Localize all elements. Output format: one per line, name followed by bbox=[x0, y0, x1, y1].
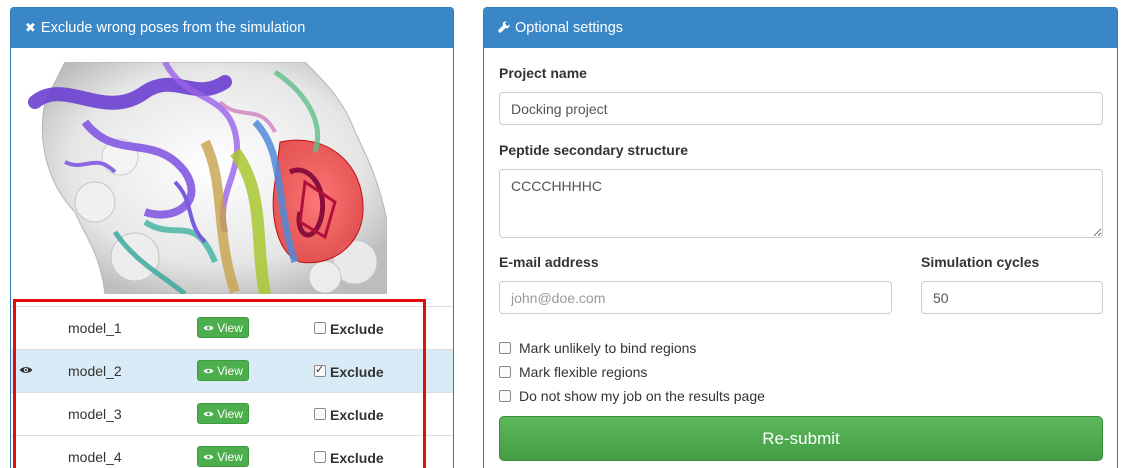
mark-unlikely-regions-option[interactable]: Mark unlikely to bind regions bbox=[499, 340, 696, 356]
view-button-label: View bbox=[217, 449, 243, 464]
peptide-structure-label: Peptide secondary structure bbox=[499, 142, 689, 158]
optional-settings-panel-title: Optional settings bbox=[515, 20, 624, 36]
exclude-label: Exclude bbox=[330, 450, 384, 466]
model-table: model_1 View Exclude model_2 View Exclud… bbox=[11, 306, 453, 468]
project-name-input[interactable] bbox=[499, 92, 1103, 125]
model-name: model_3 bbox=[68, 406, 122, 422]
mark-flexible-regions-checkbox[interactable] bbox=[499, 366, 511, 378]
wrench-icon bbox=[498, 21, 510, 36]
model-name: model_4 bbox=[68, 449, 122, 465]
view-button-label: View bbox=[217, 363, 243, 378]
model-row[interactable]: model_2 View Exclude bbox=[11, 349, 453, 392]
model-row[interactable]: model_3 View Exclude bbox=[11, 392, 453, 435]
close-icon: ✖ bbox=[25, 20, 36, 35]
eye-icon bbox=[19, 367, 33, 373]
exclude-label: Exclude bbox=[330, 364, 384, 380]
exclude-poses-panel-title: Exclude wrong poses from the simulation bbox=[40, 20, 306, 36]
exclude-poses-panel-heading: ✖ Exclude wrong poses from the simulatio… bbox=[11, 8, 453, 48]
mark-unlikely-regions-checkbox[interactable] bbox=[499, 342, 511, 354]
simulation-cycles-input[interactable] bbox=[921, 281, 1103, 314]
exclude-label: Exclude bbox=[330, 321, 384, 337]
mark-unlikely-regions-label: Mark unlikely to bind regions bbox=[519, 340, 697, 356]
exclude-label: Exclude bbox=[330, 407, 384, 423]
resubmit-button[interactable]: Re-submit bbox=[499, 416, 1103, 461]
project-name-label: Project name bbox=[499, 65, 587, 81]
exclude-checkbox[interactable] bbox=[314, 451, 326, 463]
mark-flexible-regions-option[interactable]: Mark flexible regions bbox=[499, 364, 647, 380]
hide-job-option[interactable]: Do not show my job on the results page bbox=[499, 388, 765, 404]
protein-structure-svg bbox=[28, 62, 387, 294]
hide-job-checkbox[interactable] bbox=[499, 390, 511, 402]
mark-flexible-regions-label: Mark flexible regions bbox=[519, 364, 648, 380]
exclude-checkbox[interactable] bbox=[314, 322, 326, 334]
exclude-checkbox[interactable] bbox=[314, 408, 326, 420]
view-model-button[interactable]: View bbox=[197, 317, 249, 338]
peptide-structure-textarea[interactable]: CCCCHHHHC bbox=[499, 169, 1103, 238]
optional-settings-panel-heading: Optional settings bbox=[484, 8, 1117, 48]
exclude-checkbox[interactable] bbox=[314, 363, 326, 377]
model-name: model_1 bbox=[68, 320, 122, 336]
eye-icon bbox=[203, 411, 214, 416]
eye-icon bbox=[203, 325, 214, 330]
email-input[interactable] bbox=[499, 281, 892, 314]
view-model-button[interactable]: View bbox=[197, 446, 249, 467]
optional-settings-panel: Optional settings Project name Peptide s… bbox=[483, 7, 1118, 468]
model-row[interactable]: model_1 View Exclude bbox=[11, 306, 453, 349]
eye-icon bbox=[203, 368, 214, 373]
model-row[interactable]: model_4 View Exclude bbox=[11, 435, 453, 468]
view-button-label: View bbox=[217, 406, 243, 421]
view-model-button[interactable]: View bbox=[197, 360, 249, 381]
hide-job-label: Do not show my job on the results page bbox=[519, 388, 765, 404]
view-button-label: View bbox=[217, 320, 243, 335]
exclude-poses-panel: ✖ Exclude wrong poses from the simulatio… bbox=[10, 7, 454, 468]
simulation-cycles-label: Simulation cycles bbox=[921, 254, 1040, 270]
model-name: model_2 bbox=[68, 363, 122, 379]
eye-icon bbox=[203, 454, 214, 459]
protein-structure-image bbox=[25, 62, 387, 294]
view-model-button[interactable]: View bbox=[197, 403, 249, 424]
email-label: E-mail address bbox=[499, 254, 599, 270]
